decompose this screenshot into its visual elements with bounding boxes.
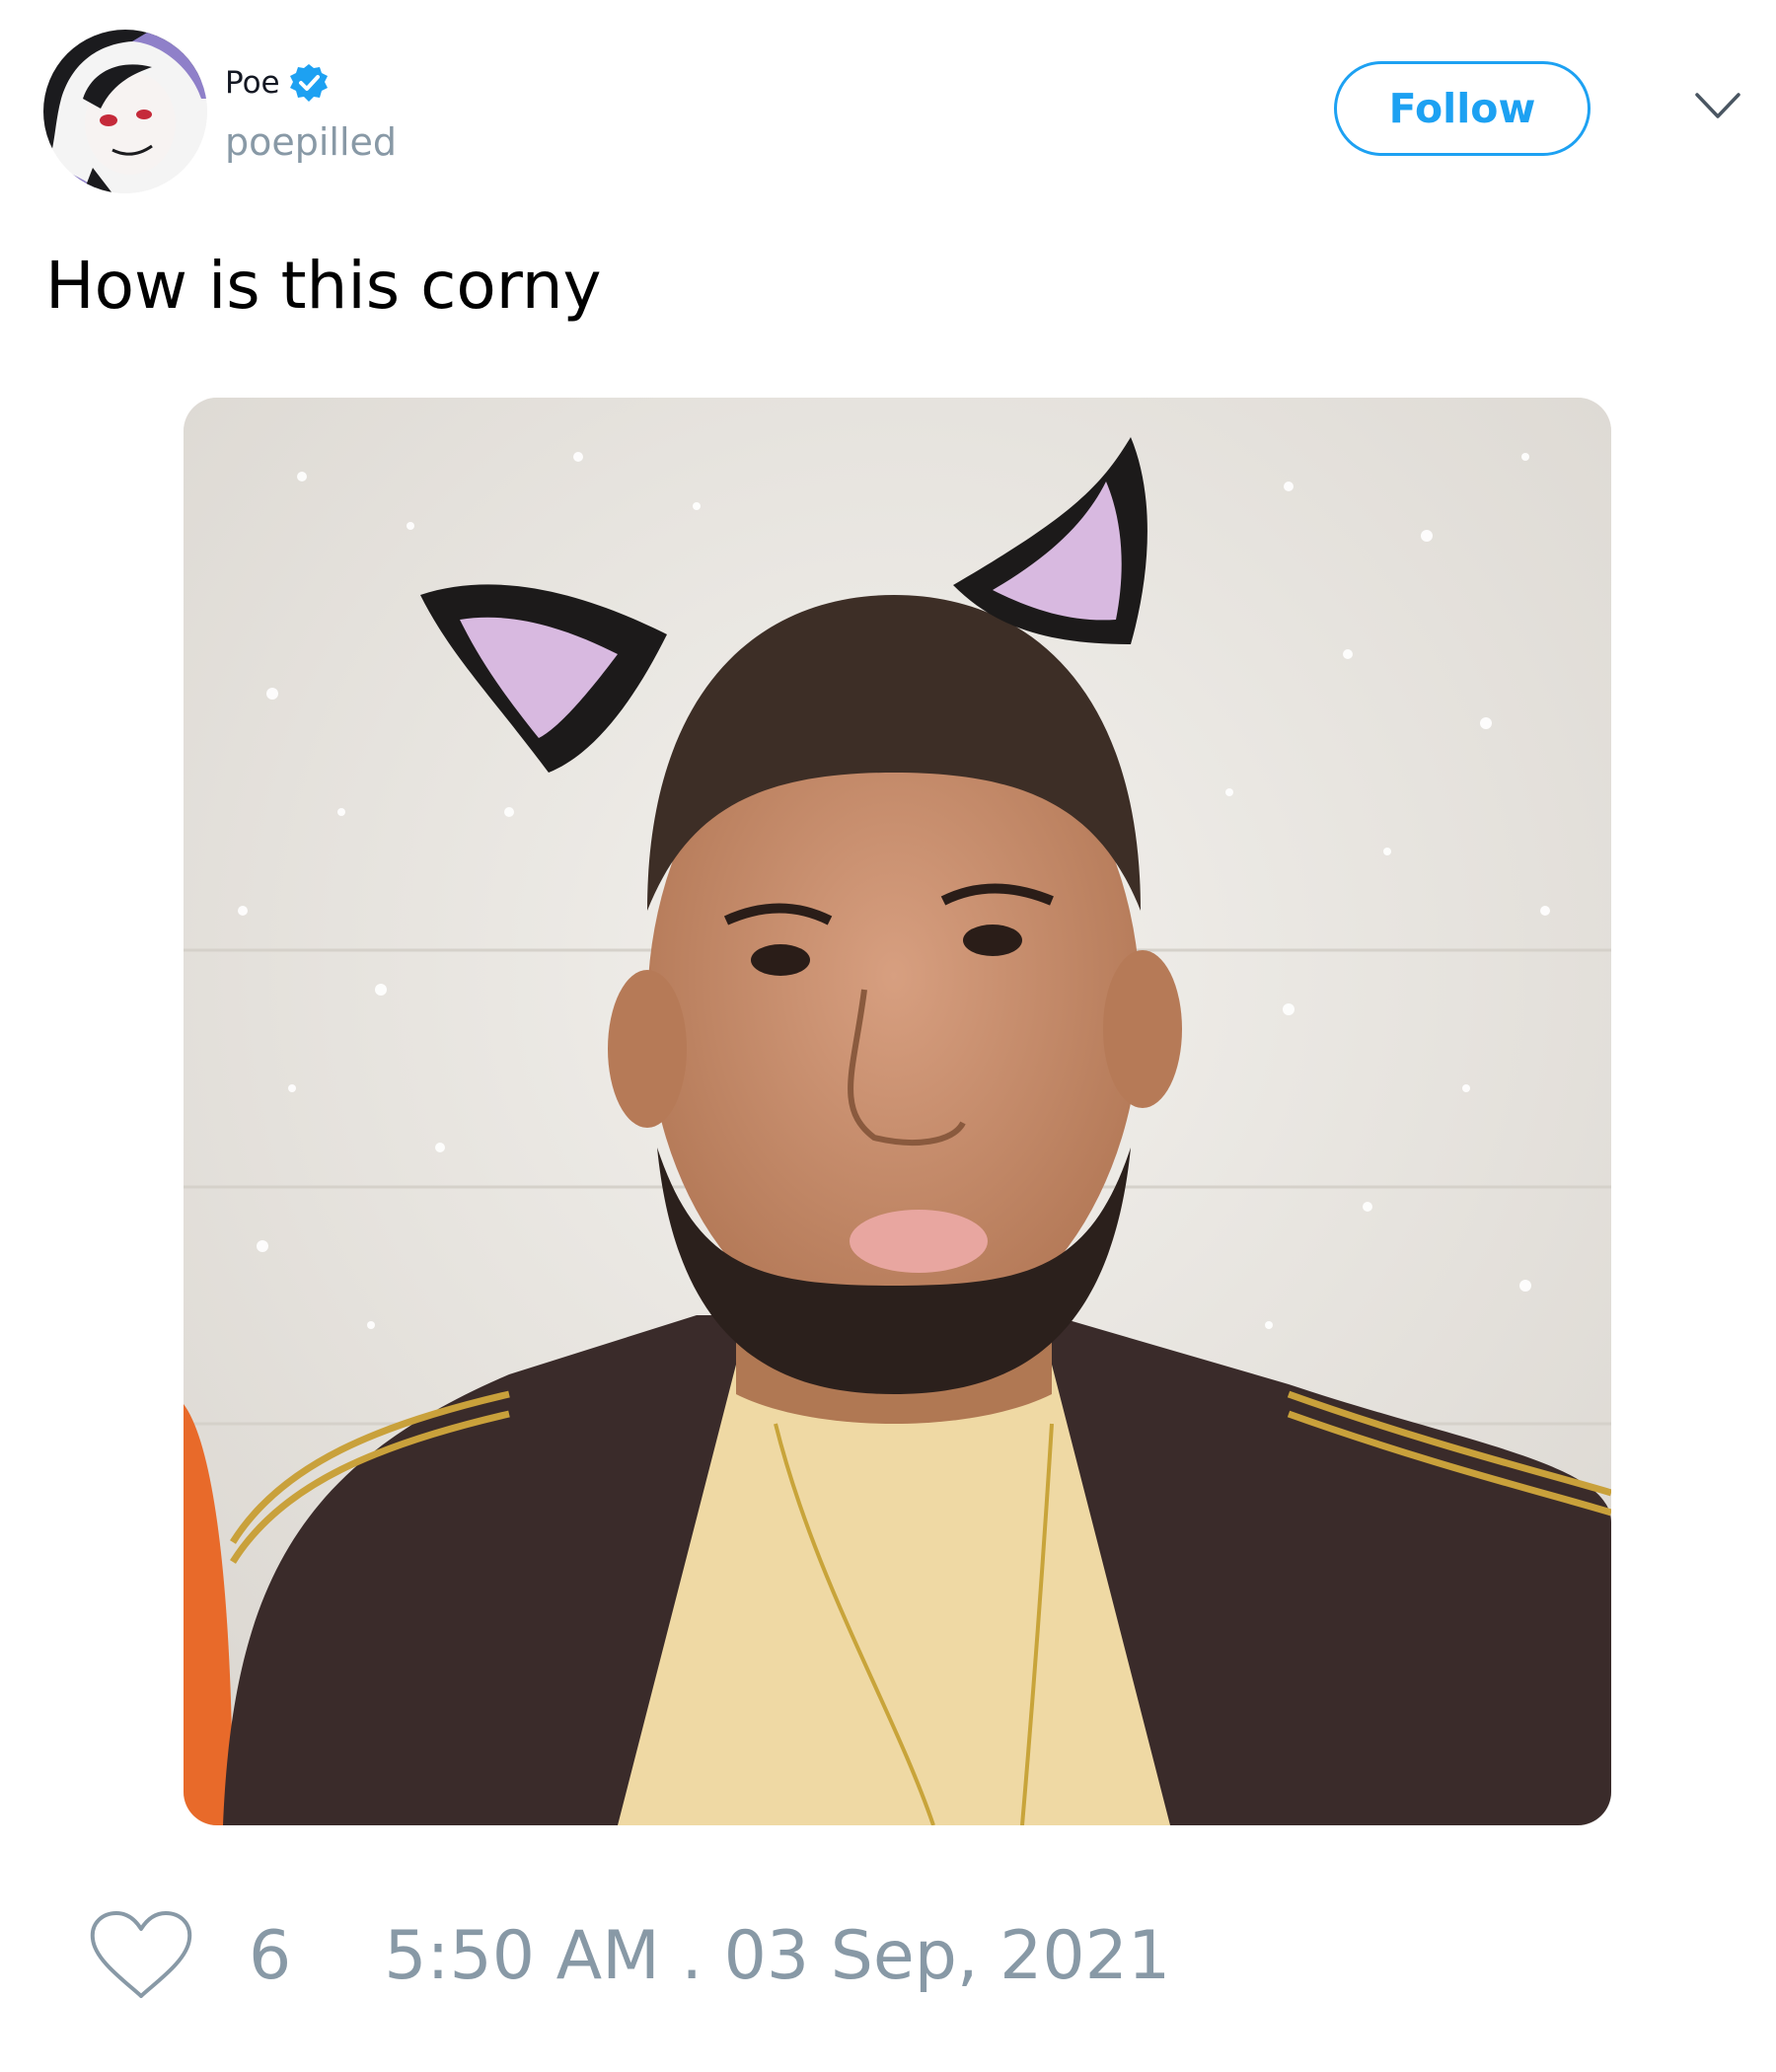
- tweet-footer: 6 5:50 AM . 03 Sep, 2021: [87, 1909, 1170, 2004]
- tweet-timestamp[interactable]: 5:50 AM . 03 Sep, 2021: [384, 1909, 1170, 2004]
- chevron-down-icon[interactable]: [1693, 89, 1742, 124]
- display-name-row: Poe: [225, 57, 397, 109]
- avatar-image: [43, 30, 207, 193]
- follow-button[interactable]: Follow: [1334, 61, 1591, 156]
- display-name[interactable]: Poe: [225, 57, 280, 109]
- user-handle[interactable]: poepilled: [225, 122, 397, 162]
- user-info: Poe poepilled: [225, 57, 397, 162]
- tweet-text: How is this corny: [45, 248, 602, 324]
- verified-badge-icon: [288, 62, 330, 104]
- tweet-card: Poe poepilled Follow How is this corny 6…: [0, 0, 1776, 2072]
- like-count: 6: [249, 1917, 292, 1995]
- photo-image: [184, 398, 1611, 1825]
- tweet-media[interactable]: [184, 398, 1611, 1825]
- heart-outline-icon[interactable]: [87, 1909, 195, 2004]
- avatar[interactable]: [43, 30, 207, 193]
